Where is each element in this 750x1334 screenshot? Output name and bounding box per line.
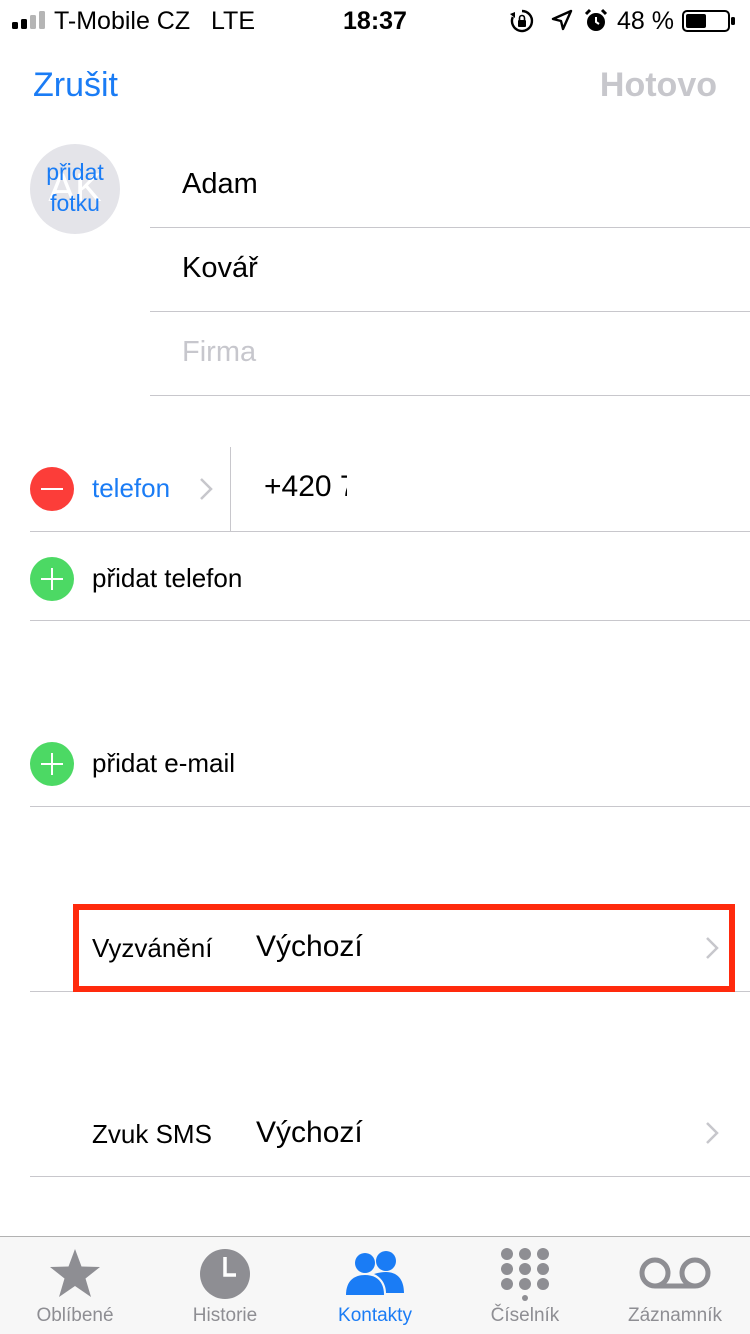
- add-phone-button[interactable]: přidat telefon: [92, 563, 242, 594]
- clock-icon: [200, 1249, 250, 1299]
- tab-history[interactable]: Historie: [150, 1237, 300, 1334]
- company-field[interactable]: Firma: [182, 336, 256, 369]
- contacts-icon: [346, 1251, 404, 1295]
- sms-tone-label: Zvuk SMS: [92, 1119, 212, 1149]
- divider: [30, 620, 750, 621]
- redaction: [347, 470, 527, 510]
- add-photo-button[interactable]: AK přidat fotku: [30, 144, 120, 234]
- alarm-icon: [584, 8, 608, 31]
- orientation-lock-icon: [510, 9, 534, 33]
- tab-label: Historie: [192, 1305, 258, 1326]
- divider: [30, 531, 750, 532]
- star-icon: [50, 1249, 100, 1297]
- cancel-button[interactable]: Zrušit: [33, 66, 118, 105]
- last-name-field[interactable]: Kovář: [182, 252, 258, 285]
- location-icon: [551, 9, 573, 31]
- voicemail-icon: [639, 1257, 711, 1289]
- status-bar: T-Mobile CZ LTE 18:37 48 %: [0, 0, 750, 42]
- tab-contacts[interactable]: Kontakty: [300, 1237, 450, 1334]
- chevron-right-icon: [200, 478, 213, 500]
- first-name-field[interactable]: Adam: [182, 168, 258, 201]
- battery-icon: [682, 10, 735, 32]
- chevron-right-icon: [706, 1122, 719, 1144]
- phone-label-selector[interactable]: telefon: [92, 473, 170, 504]
- add-email-button[interactable]: přidat e-mail: [92, 748, 235, 779]
- tab-keypad[interactable]: Číselník: [450, 1237, 600, 1334]
- divider: [30, 1176, 750, 1177]
- done-button[interactable]: Hotovo: [600, 66, 717, 105]
- divider: [150, 227, 750, 228]
- highlight-annotation: [73, 904, 735, 992]
- tab-voicemail[interactable]: Záznamník: [600, 1237, 750, 1334]
- add-email-icon[interactable]: [30, 742, 74, 786]
- divider: [150, 395, 750, 396]
- tab-label: Oblíbené: [36, 1305, 114, 1326]
- keypad-icon: [501, 1248, 549, 1301]
- delete-phone-button[interactable]: [30, 467, 74, 511]
- add-photo-label: přidat fotku: [30, 157, 120, 219]
- sms-tone-value: Výchozí: [256, 1116, 363, 1149]
- tab-label: Kontakty: [338, 1305, 412, 1326]
- tab-favorites[interactable]: Oblíbené: [0, 1237, 150, 1334]
- tab-label: Číselník: [490, 1305, 560, 1326]
- divider: [30, 806, 750, 807]
- tab-bar: Oblíbené Historie Kontakty Číselník Zázn…: [0, 1236, 750, 1334]
- divider: [150, 311, 750, 312]
- tab-label: Záznamník: [628, 1305, 722, 1326]
- add-photo-label-line2: fotku: [50, 190, 100, 216]
- phone-number-field[interactable]: +420 7: [264, 470, 357, 504]
- add-photo-label-line1: přidat: [46, 159, 104, 185]
- battery-percentage: 48 %: [617, 6, 674, 35]
- divider: [230, 447, 231, 531]
- add-phone-icon[interactable]: [30, 557, 74, 601]
